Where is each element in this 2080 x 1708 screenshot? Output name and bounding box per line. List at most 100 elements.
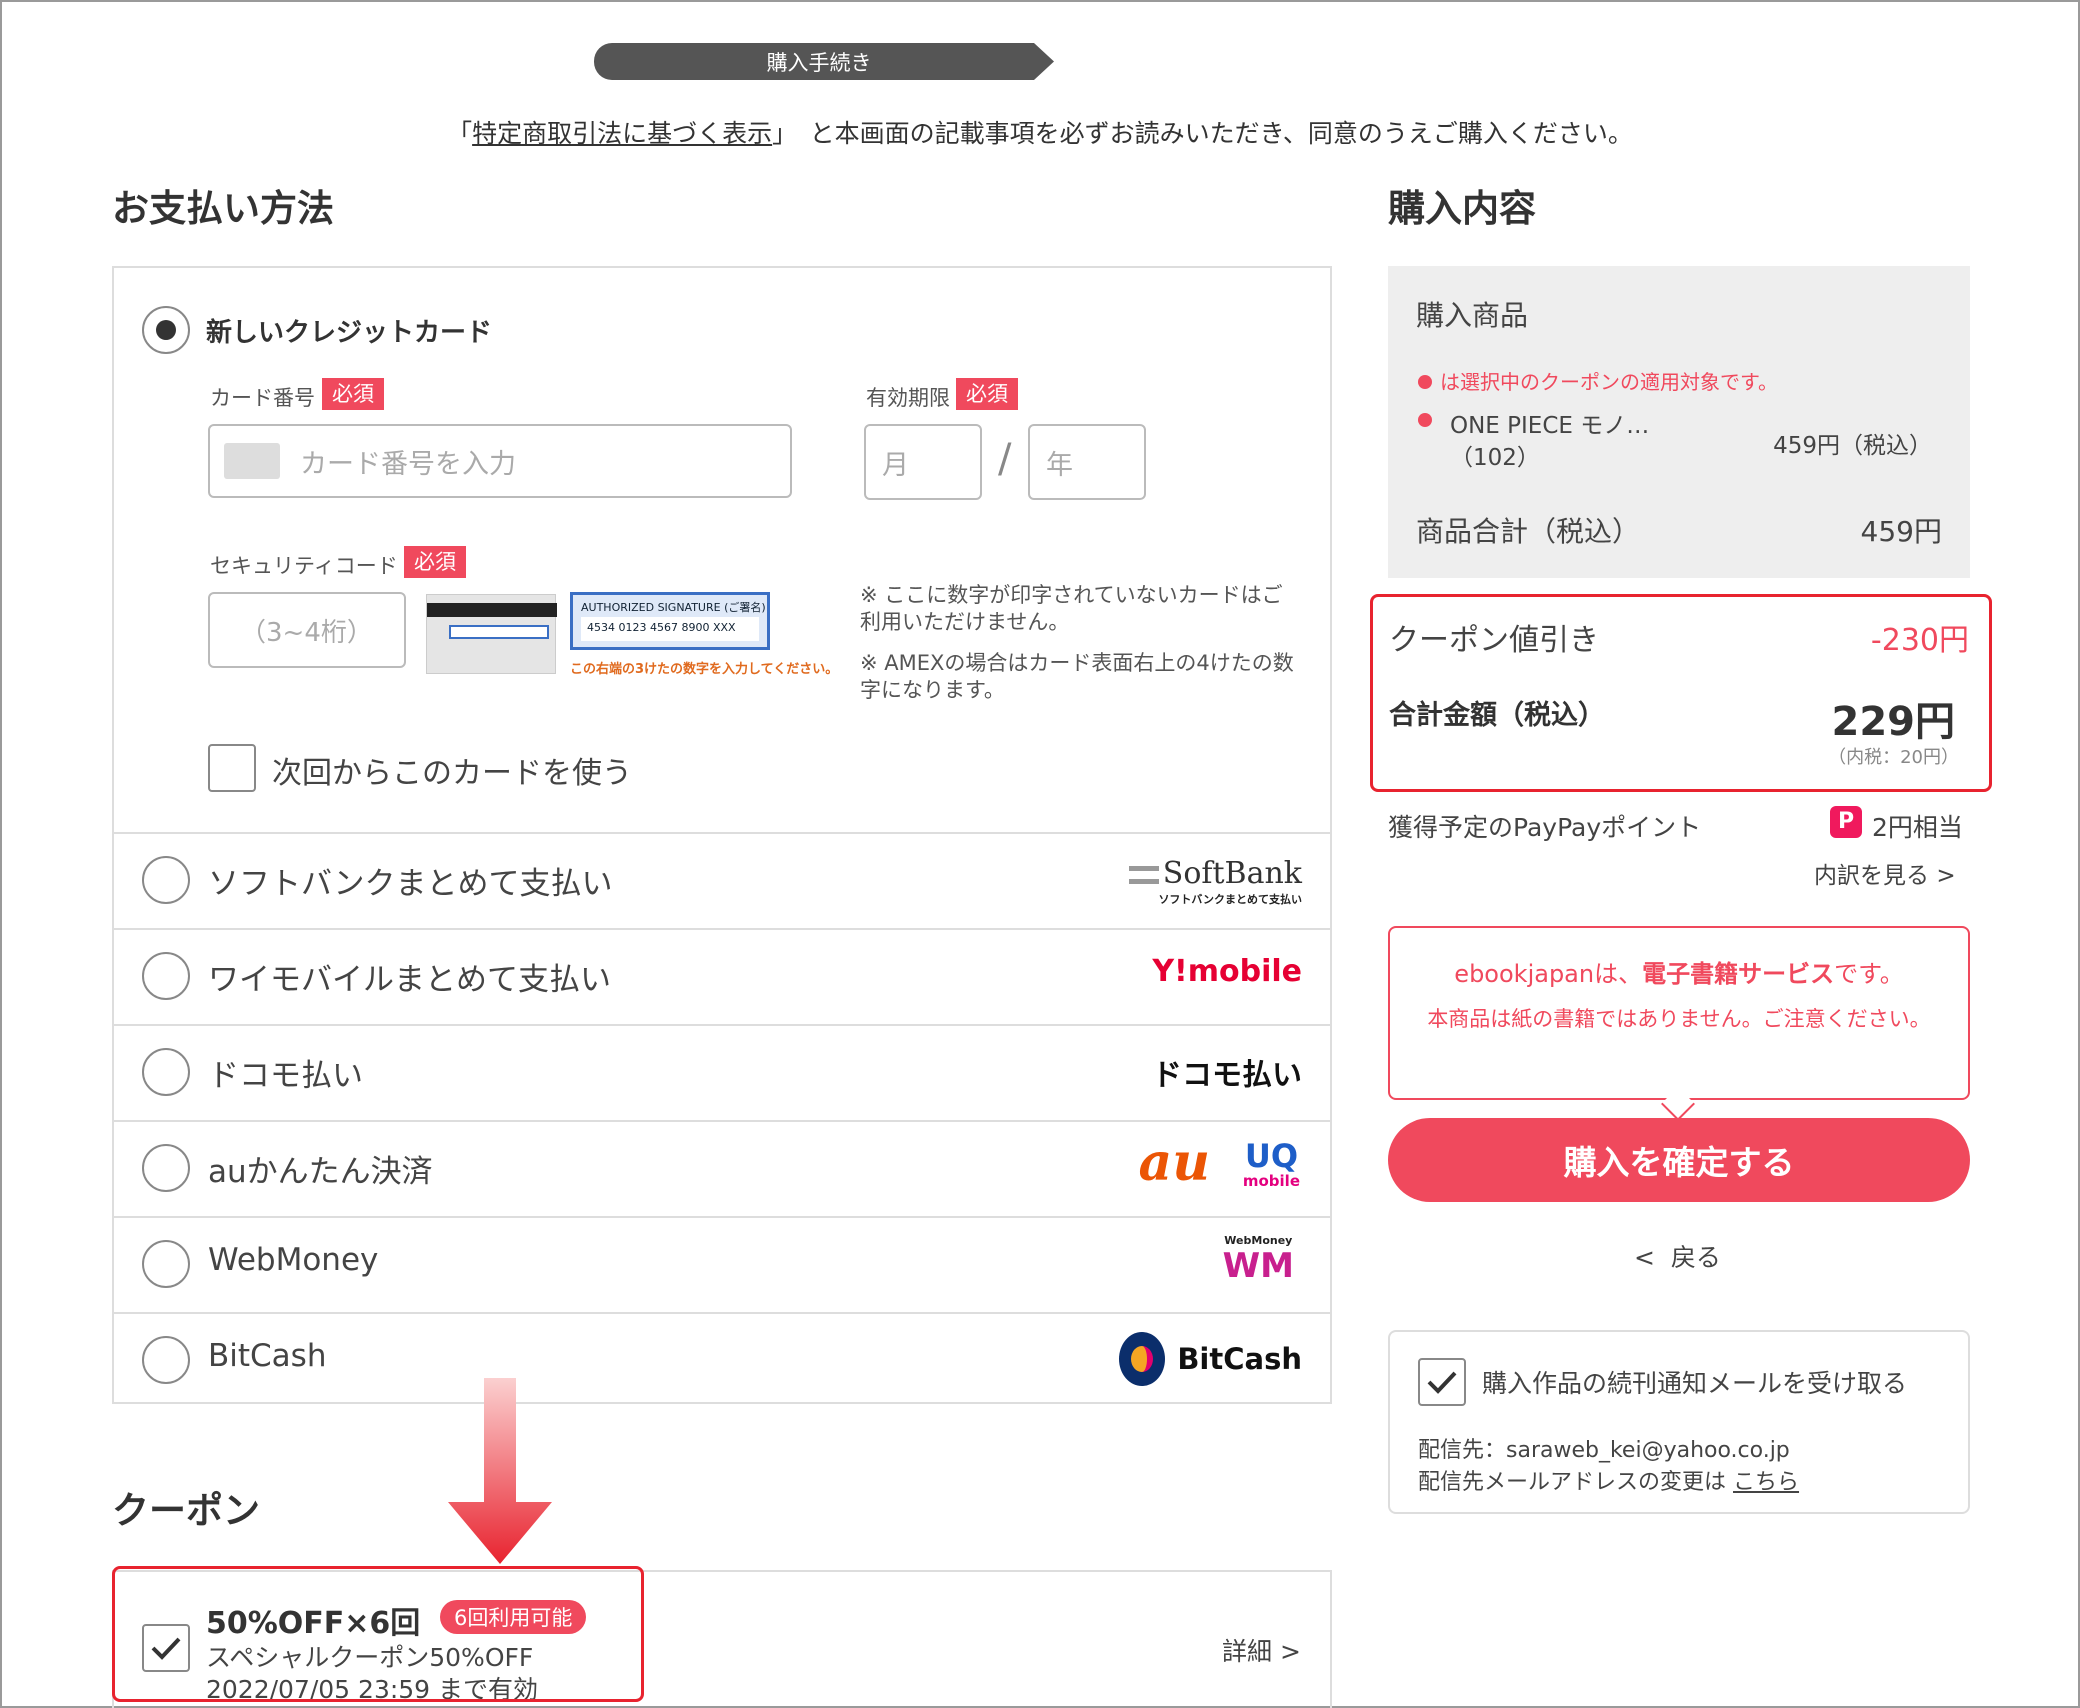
softbank-logo-sub: ソフトバンクまとめて支払い	[1158, 893, 1302, 906]
coupon-highlight-box	[112, 1566, 644, 1702]
security-code-label: セキュリティコード	[210, 554, 398, 578]
coupon-heading: クーポン	[112, 1489, 260, 1532]
mail-notify-checkbox[interactable]	[1418, 1358, 1466, 1406]
card-number-placeholder: カード番号を入力	[300, 448, 516, 480]
breakdown-link[interactable]: 内訳を見る >	[1814, 856, 1956, 890]
credit-card-label: 新しいクレジットカード	[206, 318, 493, 348]
required-badge: 必須	[956, 378, 1018, 410]
item-title: ONE PIECE モノ…	[1450, 413, 1650, 439]
signature-number: 4534 0123 4567 8900 XXX	[581, 617, 759, 641]
ebook-brand: ebookjapanは、	[1454, 960, 1643, 988]
coupon-total-box: クーポン値引き -230円 合計金額（税込） 229円 （内税：20円）	[1370, 594, 1992, 792]
item-price: 459円（税込）	[1773, 433, 1932, 459]
radio-webmoney[interactable]	[142, 1240, 190, 1288]
radio-docomo[interactable]	[142, 1048, 190, 1096]
method-label: ドコモ払い	[208, 1058, 363, 1094]
payment-methods: 新しいクレジットカード カード番号 必須 カード番号を入力 有効期限 必須 月 …	[112, 266, 1332, 1404]
item-bullet-icon	[1418, 412, 1432, 431]
notice-text: 」 と本画面の記載事項を必ずお読みいただき、同意のうえご購入ください。	[772, 119, 1633, 148]
legal-link[interactable]: 特定商取引法に基づく表示	[472, 119, 772, 148]
ebook-notice: ebookjapanは、電子書籍サービスです。 本商品は紙の書籍ではありません。…	[1388, 926, 1970, 1100]
item-name: ONE PIECE モノ… （102）	[1450, 410, 1649, 474]
method-row-ymobile[interactable]: ワイモバイルまとめて支払い Y!mobile	[114, 928, 1330, 1024]
back-link[interactable]: < 戻る	[1634, 1238, 1721, 1274]
coupon-target-note: は選択中のクーポンの適用対象です。	[1418, 366, 1778, 395]
subtotal-label: 商品合計（税込）	[1416, 515, 1641, 548]
expiry-month-input[interactable]: 月	[864, 424, 982, 500]
radio-credit-card[interactable]	[142, 306, 190, 354]
progress-steps: 購入手続き 購入完了	[594, 43, 1486, 80]
method-row-au[interactable]: auかんたん決済 au UQ mobile	[114, 1120, 1330, 1216]
method-row-bitcash[interactable]: BitCash BitCash	[114, 1312, 1330, 1406]
radio-softbank[interactable]	[142, 856, 190, 904]
step-complete: 購入完了	[1024, 43, 1486, 80]
coupon-note-text: は選択中のクーポンの適用対象です。	[1440, 370, 1778, 394]
uq-logo-sub: mobile	[1242, 1172, 1300, 1190]
total-label: 合計金額（税込）	[1389, 700, 1605, 731]
subtotal-value: 459円	[1860, 515, 1942, 548]
mail-change-text: 配信先メールアドレスの変更は	[1418, 1470, 1727, 1495]
softbank-logo: SoftBank ソフトバンクまとめて支払い	[1128, 856, 1302, 907]
card-icon	[224, 443, 280, 479]
security-code-input[interactable]: （3~4桁）	[208, 592, 406, 668]
ebook-end: です。	[1834, 960, 1904, 988]
expiry-year-input[interactable]: 年	[1028, 424, 1146, 500]
item-volume: （102）	[1450, 445, 1540, 471]
coupon-detail-link[interactable]: 詳細 >	[1222, 1632, 1301, 1668]
step-current: 購入手続き	[594, 43, 1054, 80]
signature-zoom: AUTHORIZED SIGNATURE (ご署名) 4534 0123 456…	[570, 592, 770, 650]
radio-bitcash[interactable]	[142, 1336, 190, 1384]
method-label: auかんたん決済	[208, 1154, 433, 1190]
mail-notify-label: 購入作品の続刊通知メールを受け取る	[1482, 1369, 1908, 1398]
docomo-logo: ドコモ払い	[1152, 1058, 1302, 1093]
save-card-checkbox[interactable]	[208, 744, 256, 792]
required-badge: 必須	[404, 546, 466, 578]
method-label: BitCash	[208, 1338, 327, 1374]
chevron-right-icon: >	[1936, 863, 1956, 889]
bitcash-logo-text: BitCash	[1177, 1342, 1302, 1376]
dot-icon	[1418, 375, 1432, 389]
ebook-line2: 本商品は紙の書籍ではありません。ご注意ください。	[1427, 1007, 1931, 1031]
points-value: 2円相当	[1872, 813, 1963, 842]
summary-heading: 購入内容	[1388, 187, 1536, 230]
ymobile-logo: Y!mobile	[1152, 954, 1302, 989]
mail-to: 配信先：saraweb_kei@yahoo.co.jp	[1418, 1438, 1790, 1463]
card-note-1: ※ ここに数字が印字されていないカードはご利用いただけません。	[860, 583, 1283, 634]
method-label: ワイモバイルまとめて支払い	[208, 962, 611, 998]
month-placeholder: 月	[882, 449, 909, 481]
signature-hint: この右端の3けたの数字を入力してください。	[570, 662, 839, 677]
notice-bracket: 「	[447, 119, 473, 148]
mail-change: 配信先メールアドレスの変更は こちら	[1418, 1464, 1799, 1496]
uq-logo: UQ mobile	[1243, 1140, 1300, 1190]
mail-notification-box: 購入作品の続刊通知メールを受け取る 配信先：saraweb_kei@yahoo.…	[1388, 1330, 1970, 1514]
security-placeholder: （3~4桁）	[240, 617, 373, 648]
method-row-softbank[interactable]: ソフトバンクまとめて支払い SoftBank ソフトバンクまとめて支払い	[114, 832, 1330, 928]
method-label: ソフトバンクまとめて支払い	[208, 866, 613, 902]
webmoney-logo-mark: WM	[1222, 1246, 1294, 1286]
confirm-purchase-button[interactable]: 購入を確定する	[1388, 1118, 1970, 1202]
radio-ymobile[interactable]	[142, 952, 190, 1000]
expiry-slash: /	[998, 436, 1012, 482]
webmoney-logo: WebMoney WM	[1223, 1234, 1294, 1285]
order-summary: 購入商品 は選択中のクーポンの適用対象です。 ONE PIECE モノ… （102…	[1388, 266, 1970, 578]
radio-au[interactable]	[142, 1144, 190, 1192]
red-arrow-icon	[448, 1378, 552, 1564]
method-row-docomo[interactable]: ドコモ払い ドコモ払い	[114, 1024, 1330, 1120]
au-logo: au	[1138, 1132, 1211, 1193]
card-number-label: カード番号	[210, 386, 315, 410]
legal-notice: 「特定商取引法に基づく表示」 と本画面の記載事項を必ずお読みいただき、同意のうえ…	[0, 114, 2080, 150]
chevron-right-icon: >	[1279, 1637, 1301, 1666]
method-row-webmoney[interactable]: WebMoney WebMoney WM	[114, 1216, 1330, 1312]
required-badge: 必須	[322, 378, 384, 410]
ebook-service: 電子書籍サービス	[1642, 960, 1835, 988]
paypay-icon: P	[1830, 806, 1862, 838]
discount-value: -230円	[1870, 623, 1969, 658]
card-back-illustration	[426, 594, 557, 674]
card-number-input[interactable]: カード番号を入力	[208, 424, 792, 498]
payment-heading: お支払い方法	[112, 187, 334, 230]
year-placeholder: 年	[1046, 449, 1073, 481]
card-note-2: ※ AMEXの場合はカード表面右上の4けたの数字になります。	[860, 651, 1294, 702]
points-label: 獲得予定のPayPayポイント	[1388, 813, 1702, 842]
mail-change-link[interactable]: こちら	[1733, 1470, 1799, 1495]
items-label: 購入商品	[1416, 299, 1529, 332]
